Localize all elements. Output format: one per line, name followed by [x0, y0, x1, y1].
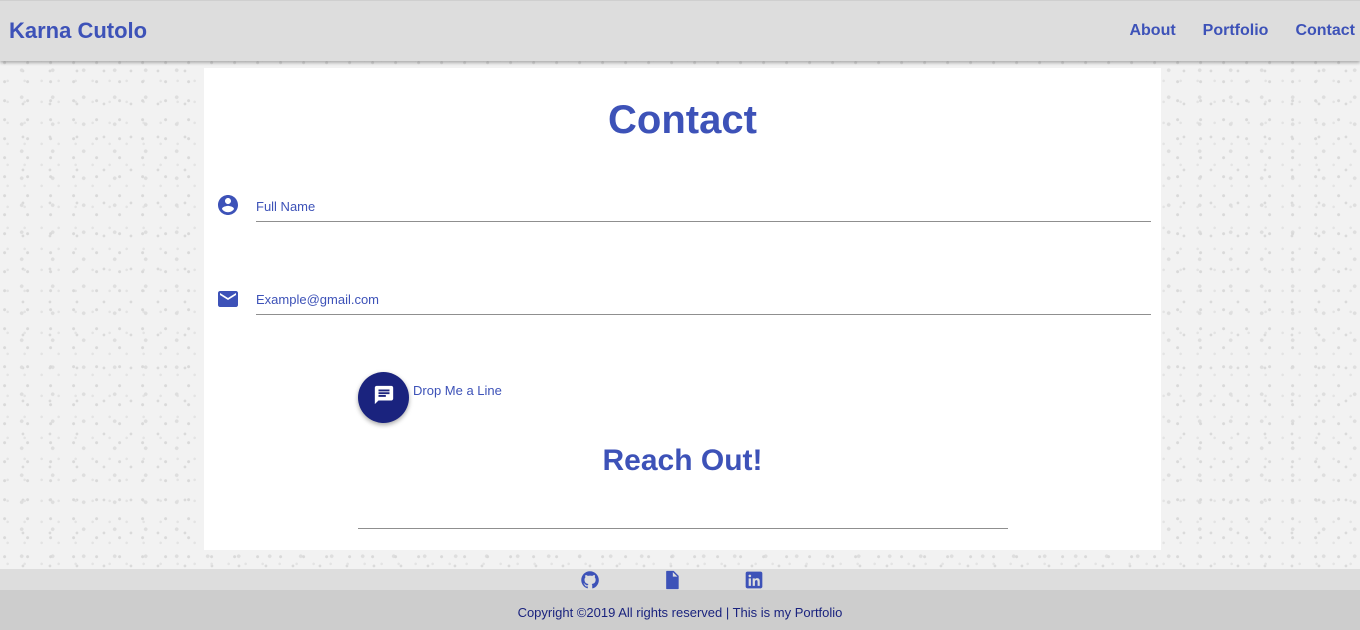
- email-icon: [216, 287, 240, 311]
- account-circle-icon: [216, 193, 240, 217]
- email-field-group: [204, 282, 1161, 322]
- linkedin-icon[interactable]: [744, 570, 764, 590]
- reach-out-heading: Reach Out!: [602, 444, 763, 477]
- contact-card: Contact Drop Me a Line Reach Out!: [204, 68, 1161, 550]
- footer-social-bar: [0, 569, 1360, 590]
- message-label[interactable]: Drop Me a Line: [413, 383, 502, 398]
- full-name-input[interactable]: [256, 192, 1151, 222]
- nav-about[interactable]: About: [1129, 22, 1175, 40]
- nav-portfolio[interactable]: Portfolio: [1203, 22, 1269, 40]
- main-nav: About Portfolio Contact: [1129, 22, 1360, 40]
- chat-icon: [373, 384, 395, 411]
- site-header: Karna Cutolo About Portfolio Contact: [0, 0, 1360, 61]
- footer-copyright: Copyright ©2019 All rights reserved | Th…: [0, 590, 1360, 630]
- document-icon[interactable]: [662, 570, 682, 590]
- message-input-line[interactable]: [358, 528, 1008, 529]
- name-field-group: [204, 188, 1161, 228]
- github-icon[interactable]: [580, 570, 600, 590]
- message-button[interactable]: [358, 372, 409, 423]
- email-input[interactable]: [256, 285, 1151, 315]
- page-title: Contact: [608, 98, 757, 142]
- nav-contact[interactable]: Contact: [1295, 22, 1355, 40]
- brand-link[interactable]: Karna Cutolo: [9, 18, 147, 44]
